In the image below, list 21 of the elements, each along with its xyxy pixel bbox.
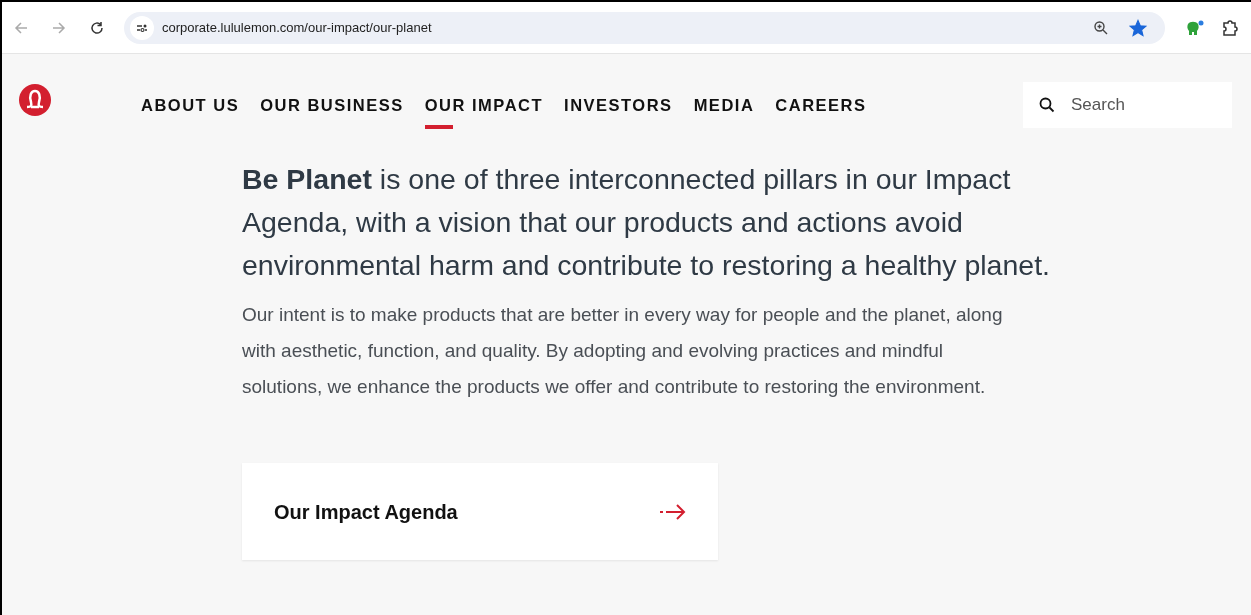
logo-icon[interactable] (19, 84, 51, 116)
url-text: corporate.lululemon.com/our-impact/our-planet (162, 18, 433, 37)
bookmark-star-icon[interactable] (1129, 18, 1147, 37)
address-bar[interactable]: corporate.lululemon.com/our-impact/our-planet (124, 11, 1165, 44)
nav-link[interactable]: CAREERS (775, 94, 867, 129)
search-icon (1039, 97, 1055, 113)
extensions-puzzle-icon[interactable] (1221, 18, 1239, 37)
arrow-right-icon (660, 503, 686, 520)
zoom-icon[interactable] (1093, 19, 1109, 36)
headline: Be Planet is one of three interconnected pillars in our Impact Agenda, with a vision that our products and actions avoid environmental harm and contribute to restoring a healthy planet. (242, 162, 1051, 283)
nav-link[interactable]: OUR IMPACT (424, 94, 544, 129)
nav-link[interactable]: INVESTORS (564, 94, 673, 129)
reload-icon[interactable] (90, 20, 104, 35)
search-input[interactable]: Search (1071, 92, 1181, 118)
impact-agenda-card[interactable]: Our Impact Agenda (242, 463, 718, 560)
intro-paragraph: Our intent is to make products that are better in every way for people and the planet, along with aesthetic, function, and quality. By adopting and evolving practices and mindful solutions, we enhance the products we offer and contribute to restoring the environment. (242, 303, 1004, 399)
search-field[interactable]: Search (1023, 82, 1232, 128)
nav-link[interactable]: MEDIA (693, 94, 755, 129)
site-info-icon[interactable] (130, 15, 154, 40)
nav-link[interactable]: ABOUT US (141, 94, 240, 129)
nav-link[interactable]: OUR BUSINESS (260, 94, 404, 129)
